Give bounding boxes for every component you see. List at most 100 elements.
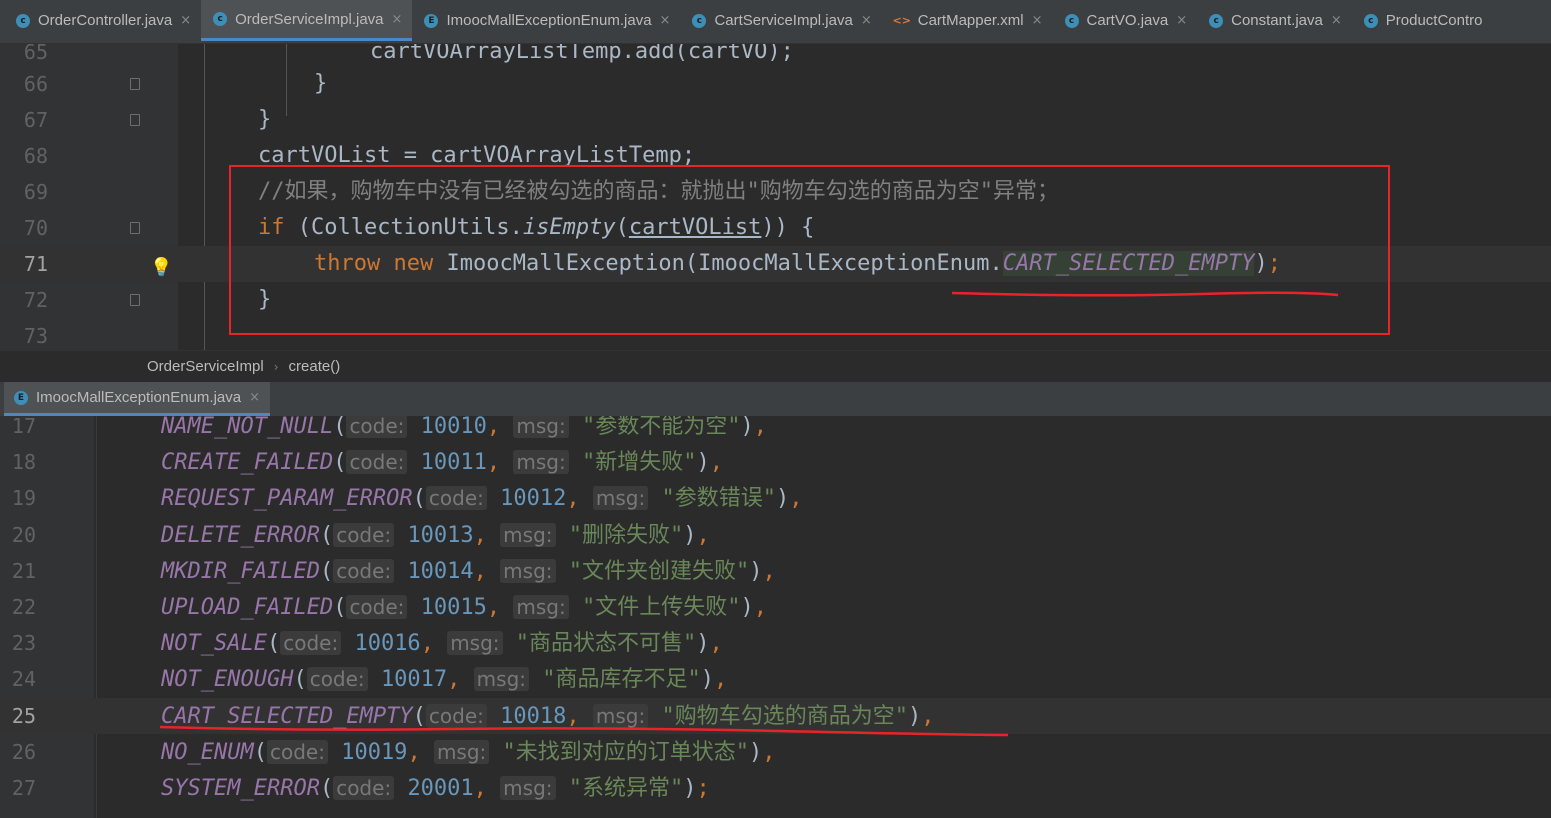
- java-class-icon: c: [1363, 13, 1378, 28]
- close-icon[interactable]: ×: [1176, 13, 1187, 28]
- code-line: 69 //如果，购物车中没有已经被勾选的商品：就抛出"购物车勾选的商品为空"异常…: [23, 179, 1059, 204]
- tab-exception-enum-split[interactable]: E ImoocMallExceptionEnum.java ×: [4, 382, 270, 416]
- enum-code: 10011: [420, 450, 487, 476]
- param-hint-msg: msg:: [592, 703, 649, 728]
- enum-row-current: 25 CART_SELECTED_EMPTY(code: 10018, msg: …: [0, 697, 1551, 734]
- java-enum-icon: E: [14, 390, 28, 405]
- tab-cart-service-impl[interactable]: c CartServiceImpl.java ×: [680, 0, 881, 41]
- java-class-icon: c: [1064, 13, 1079, 28]
- param-hint-msg: msg:: [513, 450, 569, 475]
- enum-msg: "参数不能为空": [582, 416, 741, 439]
- row-end: ),: [749, 739, 776, 765]
- enum-msg: "未找到对应的订单状态": [502, 739, 750, 765]
- tab-cart-mapper-xml[interactable]: <> CartMapper.xml ×: [882, 0, 1053, 41]
- enum-msg: "参数错误": [661, 486, 776, 512]
- param-hint-msg: msg:: [592, 486, 649, 511]
- tab-constant[interactable]: c Constant.java ×: [1197, 0, 1352, 41]
- close-icon[interactable]: ×: [1032, 13, 1043, 28]
- enum-row: 17 NAME_NOT_NULL(code: 10010, msg: "参数不能为…: [11, 416, 767, 439]
- enum-code: 10018: [500, 703, 567, 729]
- fold-marker-icon[interactable]: [130, 294, 140, 306]
- tab-product-controller[interactable]: c ProductContro: [1352, 0, 1493, 41]
- param-hint-msg: msg:: [500, 522, 556, 547]
- code-line: 66 }: [23, 71, 328, 96]
- close-icon[interactable]: ×: [660, 13, 671, 28]
- param-hint-msg: msg:: [473, 667, 530, 692]
- param-hint-msg: msg:: [513, 416, 569, 438]
- close-icon[interactable]: ×: [249, 390, 260, 405]
- enum-msg: "商品状态不可售": [515, 631, 697, 657]
- param-hint-code: code:: [346, 595, 408, 619]
- row-end: ),: [775, 486, 803, 512]
- enum-constant: DELETE_ERROR: [161, 522, 320, 548]
- row-end: ),: [907, 703, 935, 729]
- enum-msg: "购物车勾选的商品为空": [661, 703, 908, 729]
- breadcrumb-class[interactable]: OrderServiceImpl: [147, 358, 264, 375]
- enum-code: 20001: [407, 776, 474, 801]
- param-hint-code: code:: [346, 416, 408, 438]
- fold-marker-icon[interactable]: [130, 114, 140, 126]
- param-hint-msg: msg:: [500, 558, 556, 583]
- param-hint-code: code:: [280, 631, 342, 656]
- fold-marker-icon[interactable]: [130, 222, 140, 234]
- enum-constant: NOT_SALE: [161, 631, 267, 657]
- code-editor-order-service[interactable]: 65 cartVOArrayListTemp.add(cartVO); 66 }…: [0, 44, 1551, 350]
- enum-constant: NAME_NOT_NULL: [161, 416, 334, 439]
- breadcrumb: OrderServiceImpl › create(): [0, 350, 1551, 382]
- enum-row: 26 NO_ENUM(code: 10019, msg: "未找到对应的订单状态"…: [11, 739, 776, 765]
- param-hint-code: code:: [333, 522, 395, 547]
- code-editor-exception-enum[interactable]: 17 NAME_NOT_NULL(code: 10010, msg: "参数不能为…: [0, 416, 1551, 818]
- enum-constant: CART_SELECTED_EMPTY: [161, 703, 413, 729]
- editor-tab-bar: c OrderController.java × c OrderServiceI…: [0, 0, 1551, 44]
- enum-row: 27 SYSTEM_ERROR(code: 20001, msg: "系统异常")…: [11, 776, 710, 801]
- close-icon[interactable]: ×: [861, 13, 872, 28]
- param-hint-code: code:: [333, 558, 395, 583]
- enum-code: 10013: [407, 522, 474, 548]
- close-icon[interactable]: ×: [180, 13, 191, 28]
- java-class-icon: c: [692, 13, 707, 28]
- java-class-icon: c: [213, 12, 228, 26]
- param-hint-code: code:: [333, 776, 395, 800]
- tab-exception-enum[interactable]: E ImoocMallExceptionEnum.java ×: [412, 0, 680, 41]
- code-line: 73: [23, 324, 48, 348]
- close-icon[interactable]: ×: [392, 12, 403, 27]
- param-hint-msg: msg:: [433, 739, 490, 764]
- enum-msg: "新增失败": [582, 450, 697, 476]
- enum-row: 22 UPLOAD_FAILED(code: 10015, msg: "文件上传失…: [11, 595, 768, 620]
- enum-row: 19 REQUEST_PARAM_ERROR(code: 10012, msg: …: [11, 486, 803, 512]
- row-end: ),: [696, 450, 724, 476]
- code-line: 68 cartVOList = cartVOArrayListTemp;: [23, 143, 696, 168]
- fold-marker-icon[interactable]: [130, 78, 140, 90]
- param-hint-msg: msg:: [447, 631, 503, 656]
- enum-constant: REQUEST_PARAM_ERROR: [161, 486, 413, 512]
- xml-file-icon: <>: [892, 14, 911, 27]
- chevron-right-icon: ›: [273, 359, 279, 374]
- enum-code: 10015: [420, 595, 487, 620]
- code-line: 72 }: [23, 287, 272, 312]
- close-icon[interactable]: ×: [1331, 13, 1342, 28]
- enum-row: 23 NOT_SALE(code: 10016, msg: "商品状态不可售"),: [11, 631, 723, 657]
- row-end: ),: [696, 631, 723, 657]
- split-editor-tab-bar: E ImoocMallExceptionEnum.java ×: [0, 382, 1551, 416]
- tab-cart-vo[interactable]: c CartVO.java ×: [1053, 0, 1198, 41]
- enum-row: 20 DELETE_ERROR(code: 10013, msg: "删除失败")…: [11, 522, 710, 548]
- enum-code: 10012: [500, 486, 567, 512]
- enum-msg: "文件夹创建失败": [568, 558, 750, 584]
- enum-msg: "商品库存不足": [542, 667, 701, 693]
- tab-order-service-impl[interactable]: c OrderServiceImpl.java ×: [201, 0, 413, 41]
- param-hint-code: code:: [425, 486, 487, 511]
- enum-msg: "系统异常": [568, 776, 684, 801]
- java-enum-icon: E: [424, 13, 439, 28]
- lightbulb-icon[interactable]: 💡: [150, 250, 172, 286]
- param-hint-code: code:: [266, 739, 328, 764]
- row-end: );: [683, 776, 710, 801]
- enum-constant: UPLOAD_FAILED: [161, 595, 334, 620]
- tab-order-controller[interactable]: c OrderController.java ×: [4, 0, 201, 41]
- enum-row: 18 CREATE_FAILED(code: 10011, msg: "新增失败"…: [11, 450, 724, 476]
- enum-row: 24 NOT_ENOUGH(code: 10017, msg: "商品库存不足")…: [11, 667, 728, 693]
- row-end: ),: [740, 595, 768, 620]
- enum-constant: NOT_ENOUGH: [161, 667, 294, 693]
- breadcrumb-method[interactable]: create(): [289, 358, 341, 375]
- java-class-icon: c: [16, 13, 30, 28]
- enum-msg: "删除失败": [568, 522, 684, 548]
